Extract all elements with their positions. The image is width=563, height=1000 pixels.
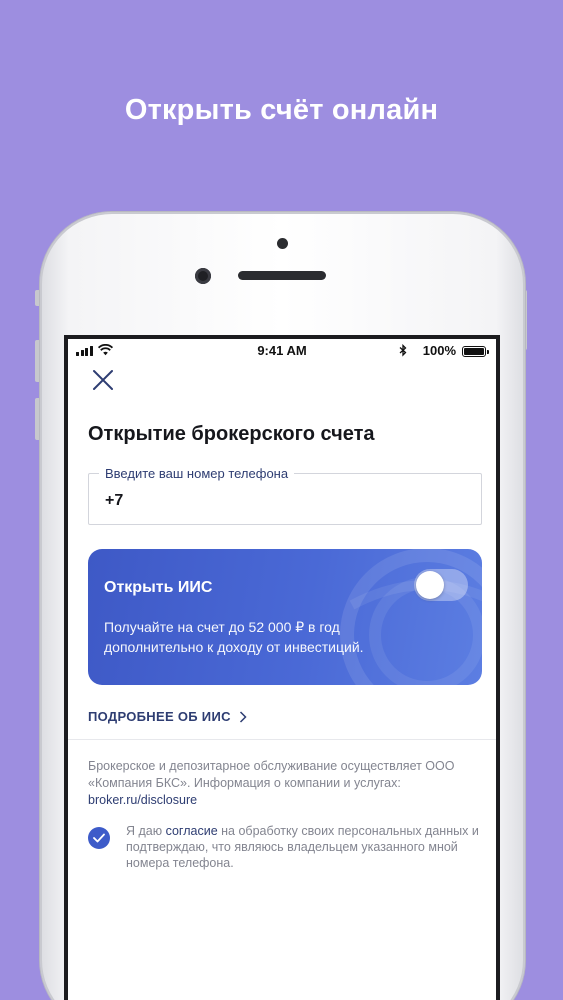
- iis-description: Получайте на счет до 52 000 ₽ в год допо…: [104, 619, 364, 655]
- earpiece-speaker: [238, 271, 326, 280]
- iis-card: Открыть ИИС Получайте на счет до 52 000 …: [88, 549, 482, 685]
- toggle-knob: [416, 571, 444, 599]
- iis-toggle[interactable]: [414, 569, 468, 601]
- checkmark-icon: [93, 833, 105, 843]
- disclaimer: Брокерское и депозитарное обслуживание о…: [88, 758, 488, 809]
- proximity-sensor: [277, 238, 288, 249]
- iis-title: Открыть ИИС: [104, 579, 213, 596]
- phone-screen: 9:41 AM 100% Открытие брокерского счета …: [64, 335, 500, 1000]
- consent-prefix: Я даю: [126, 824, 166, 838]
- consent-checkbox[interactable]: [88, 827, 110, 849]
- battery-percentage: 100%: [422, 343, 456, 358]
- app-screen: 9:41 AM 100% Открытие брокерского счета …: [68, 339, 496, 1000]
- more-link-label: ПОДРОБНЕЕ ОБ ИИС: [88, 709, 231, 724]
- disclaimer-text: Брокерское и депозитарное обслуживание о…: [88, 759, 455, 790]
- consent-link[interactable]: согласие: [166, 824, 218, 838]
- chevron-right-icon: [239, 710, 247, 723]
- battery-icon: [462, 346, 489, 357]
- divider: [68, 739, 496, 740]
- front-camera: [195, 268, 211, 284]
- disclosure-link[interactable]: broker.ru/disclosure: [88, 793, 197, 807]
- consent-text: Я даю согласие на обработку своих персон…: [126, 823, 486, 871]
- promo-headline: Открыть счёт онлайн: [124, 94, 439, 126]
- phone-number-input[interactable]: +7: [105, 492, 123, 510]
- status-bar: 9:41 AM 100%: [68, 339, 496, 361]
- phone-number-field[interactable]: Введите ваш номер телефона +7: [88, 466, 482, 525]
- page-title: Открытие брокерского счета: [88, 423, 375, 445]
- phone-field-label: Введите ваш номер телефона: [99, 466, 295, 481]
- more-about-iis-link[interactable]: ПОДРОБНЕЕ ОБ ИИС: [88, 709, 247, 724]
- bluetooth-icon: [399, 344, 407, 357]
- close-icon[interactable]: [90, 367, 116, 393]
